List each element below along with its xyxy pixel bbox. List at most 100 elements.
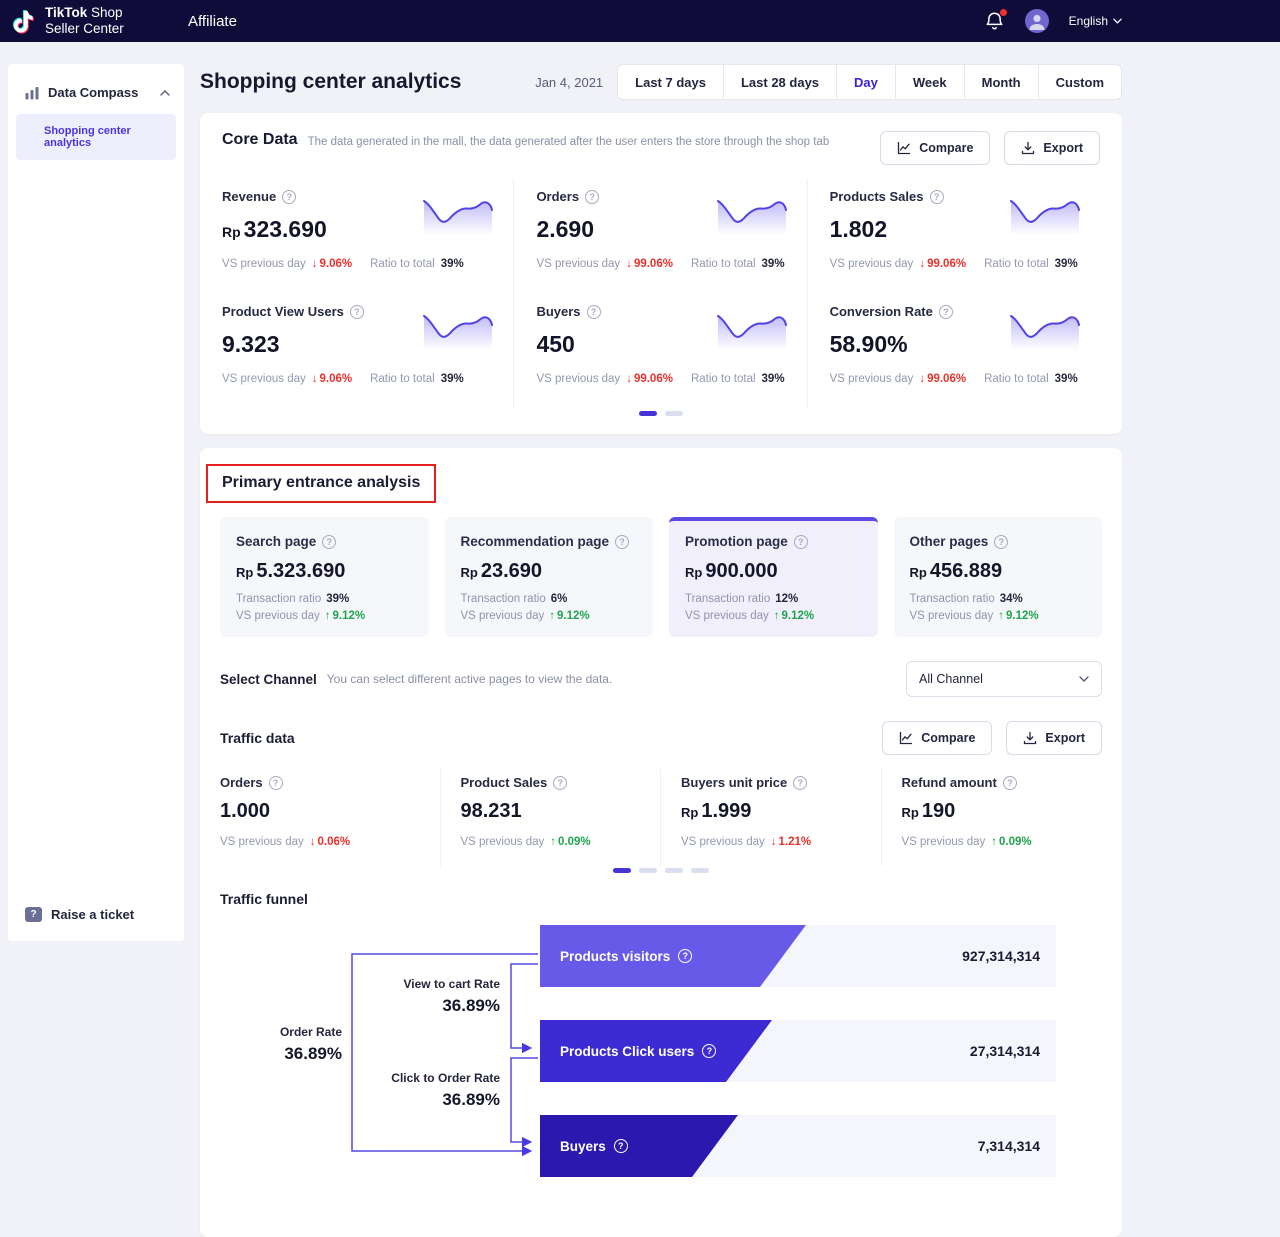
metric-label: Conversion Rate bbox=[830, 304, 933, 319]
currency-prefix: Rp bbox=[910, 565, 927, 580]
help-icon[interactable] bbox=[793, 776, 807, 790]
tab-last-28-days[interactable]: Last 28 days bbox=[723, 64, 837, 100]
tab-last-7-days[interactable]: Last 7 days bbox=[617, 64, 724, 100]
top-navbar: TikTok Shop Seller Center Affiliate Engl… bbox=[0, 0, 1280, 42]
help-icon[interactable] bbox=[553, 776, 567, 790]
pagination-dot[interactable] bbox=[639, 868, 657, 873]
metric-value: 1.999 bbox=[701, 800, 751, 823]
vs-label: VS previous day bbox=[220, 836, 304, 848]
line-chart-icon bbox=[897, 141, 911, 155]
ratio-label: Ratio to total bbox=[691, 258, 756, 270]
arrow-up-icon: ↑ bbox=[991, 836, 997, 848]
help-icon[interactable] bbox=[615, 535, 629, 549]
metric-value: 450 bbox=[536, 331, 574, 358]
ratio-value: 39% bbox=[441, 258, 464, 270]
entrance-card-recommendation-page[interactable]: Recommendation page Rp23.690 Transaction… bbox=[445, 517, 654, 637]
arrow-down-icon: ↓ bbox=[312, 373, 318, 385]
help-icon[interactable] bbox=[794, 535, 808, 549]
notification-bell-icon[interactable] bbox=[985, 11, 1005, 31]
arrow-down-icon: ↓ bbox=[919, 258, 925, 270]
pagination-dot[interactable] bbox=[691, 868, 709, 873]
brand-line1-rest: Shop bbox=[91, 5, 123, 20]
sidebar-section-label: Data Compass bbox=[48, 85, 138, 100]
sidebar-item-shopping-center-analytics[interactable]: Shopping center analytics bbox=[16, 114, 176, 160]
stage-label: Products Click users bbox=[560, 1044, 694, 1059]
help-icon[interactable] bbox=[678, 949, 692, 963]
metric-label: Product View Users bbox=[222, 304, 344, 319]
funnel-stage-products-visitors: Products visitors 927,314,314 bbox=[540, 925, 1056, 987]
compare-button[interactable]: Compare bbox=[882, 721, 992, 755]
entrance-card-promotion-page[interactable]: Promotion page Rp900.000 Transaction rat… bbox=[669, 517, 878, 637]
metric-value: 323.690 bbox=[244, 216, 327, 243]
ratio-value: 39% bbox=[1055, 373, 1078, 385]
brand[interactable]: TikTok Shop Seller Center bbox=[0, 5, 188, 37]
compare-label: Compare bbox=[921, 731, 975, 745]
help-icon[interactable] bbox=[350, 305, 364, 319]
help-icon[interactable] bbox=[702, 1044, 716, 1058]
stage-label: Buyers bbox=[560, 1139, 606, 1154]
language-selector[interactable]: English bbox=[1069, 14, 1122, 28]
help-icon[interactable] bbox=[269, 776, 283, 790]
transaction-ratio-value: 34% bbox=[1000, 593, 1023, 605]
sparkline-chart bbox=[421, 306, 493, 352]
entrance-card-search-page[interactable]: Search page Rp5.323.690 Transaction rati… bbox=[220, 517, 429, 637]
help-icon[interactable] bbox=[930, 190, 944, 204]
stage-value: 927,314,314 bbox=[962, 925, 1040, 987]
language-label: English bbox=[1069, 14, 1108, 28]
tiktok-logo-icon bbox=[10, 8, 36, 34]
metric-label: Refund amount bbox=[902, 775, 997, 790]
help-icon[interactable] bbox=[1003, 776, 1017, 790]
export-button[interactable]: Export bbox=[1006, 721, 1102, 755]
annotation-red-box: Primary entrance analysis bbox=[206, 464, 436, 503]
ratio-value: 39% bbox=[762, 373, 785, 385]
currency-prefix: Rp bbox=[902, 805, 919, 820]
help-icon[interactable] bbox=[282, 190, 296, 204]
entrance-label: Promotion page bbox=[685, 534, 788, 549]
traffic-funnel-chart: Order Rate 36.89% View to cart Rate 36.8… bbox=[220, 921, 1102, 1197]
export-button[interactable]: Export bbox=[1004, 131, 1100, 165]
entrance-label: Recommendation page bbox=[461, 534, 610, 549]
tab-month[interactable]: Month bbox=[964, 64, 1039, 100]
tab-day[interactable]: Day bbox=[836, 64, 896, 100]
stage-value: 7,314,314 bbox=[978, 1115, 1040, 1177]
traffic-metric-refund-amount: Refund amount Rp190 VS previous day↑0.09… bbox=[882, 769, 1103, 866]
export-label: Export bbox=[1043, 141, 1083, 155]
help-icon[interactable] bbox=[994, 535, 1008, 549]
currency-prefix: Rp bbox=[236, 565, 253, 580]
vs-label: VS previous day bbox=[222, 258, 306, 270]
help-icon[interactable] bbox=[322, 535, 336, 549]
change-value: ↓0.06% bbox=[310, 836, 350, 848]
pagination-dot[interactable] bbox=[665, 411, 683, 416]
change-value: ↓99.06% bbox=[919, 373, 966, 385]
compare-button[interactable]: Compare bbox=[880, 131, 990, 165]
core-data-header: Core Data The data generated in the mall… bbox=[222, 131, 1100, 165]
pagination-dot-active[interactable] bbox=[639, 411, 657, 416]
transaction-ratio-value: 6% bbox=[551, 593, 568, 605]
pagination-dot[interactable] bbox=[665, 868, 683, 873]
pagination-dot-active[interactable] bbox=[613, 868, 631, 873]
brand-text: TikTok Shop Seller Center bbox=[45, 5, 124, 37]
help-badge-icon: ? bbox=[25, 907, 42, 922]
vs-label: VS previous day bbox=[910, 610, 994, 622]
core-metrics-grid: Revenue Rp323.690 VS previous day ↓9.06%… bbox=[222, 179, 1100, 409]
help-icon[interactable] bbox=[614, 1139, 628, 1153]
help-icon[interactable] bbox=[585, 190, 599, 204]
primary-entrance-title: Primary entrance analysis bbox=[222, 474, 420, 491]
sidebar-section-data-compass[interactable]: Data Compass bbox=[8, 64, 184, 112]
nav-item-affiliate[interactable]: Affiliate bbox=[188, 13, 237, 30]
tab-week[interactable]: Week bbox=[895, 64, 965, 100]
date-range-tabs: Last 7 days Last 28 days Day Week Month … bbox=[617, 64, 1122, 100]
tab-custom[interactable]: Custom bbox=[1038, 64, 1122, 100]
change-value: ↓9.06% bbox=[312, 258, 352, 270]
arrow-down-icon: ↓ bbox=[626, 258, 632, 270]
help-icon[interactable] bbox=[939, 305, 953, 319]
channel-dropdown[interactable]: All Channel bbox=[906, 661, 1102, 697]
core-data-subtitle: The data generated in the mall, the data… bbox=[308, 136, 830, 148]
entrance-card-other-pages[interactable]: Other pages Rp456.889 Transaction ratio3… bbox=[894, 517, 1103, 637]
user-avatar[interactable] bbox=[1025, 9, 1049, 33]
line-chart-icon bbox=[899, 731, 913, 745]
channel-dropdown-value: All Channel bbox=[919, 672, 983, 686]
raise-ticket[interactable]: ? Raise a ticket bbox=[25, 907, 134, 922]
metric-label: Orders bbox=[536, 189, 579, 204]
help-icon[interactable] bbox=[587, 305, 601, 319]
